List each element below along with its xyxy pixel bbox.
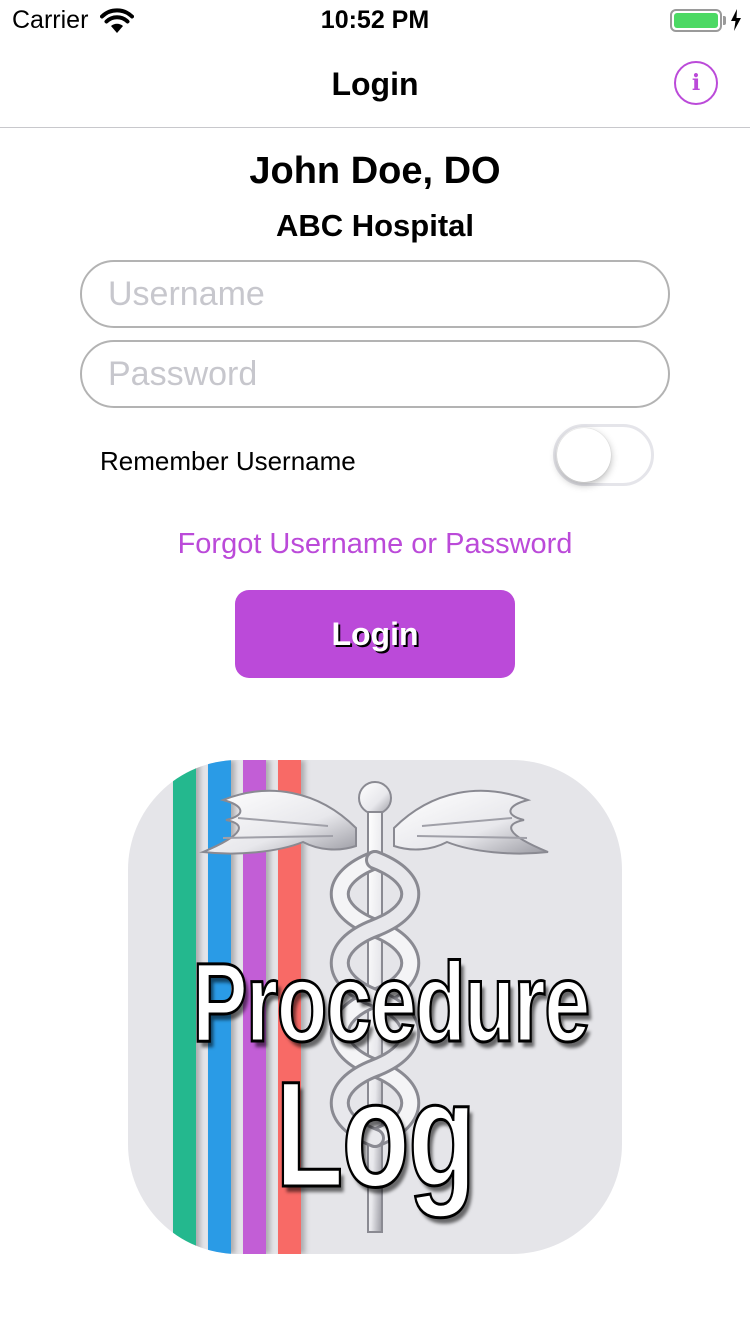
remember-username-toggle[interactable] bbox=[553, 424, 654, 486]
login-button[interactable]: Login bbox=[235, 590, 515, 678]
nav-title: Login bbox=[331, 66, 419, 102]
battery-icon bbox=[670, 9, 722, 32]
info-icon[interactable]: i bbox=[674, 61, 718, 105]
procedure-log-logo: Procedure Log bbox=[128, 760, 622, 1254]
password-field[interactable] bbox=[80, 340, 670, 408]
status-time: 10:52 PM bbox=[320, 6, 430, 34]
remember-username-label: Remember Username bbox=[100, 446, 356, 476]
toggle-knob bbox=[557, 428, 611, 482]
forgot-credentials-link[interactable]: Forgot Username or Password bbox=[0, 528, 750, 561]
navigation-bar: Login i bbox=[0, 40, 750, 128]
battery-cap bbox=[723, 16, 726, 25]
charging-bolt-icon bbox=[731, 9, 741, 31]
doctor-name: John Doe, DO bbox=[249, 150, 501, 192]
username-field[interactable] bbox=[80, 260, 670, 328]
hospital-name: ABC Hospital bbox=[275, 208, 475, 243]
logo-word-log: Log bbox=[274, 1049, 477, 1220]
status-bar: Carrier 10:52 PM bbox=[0, 0, 750, 40]
